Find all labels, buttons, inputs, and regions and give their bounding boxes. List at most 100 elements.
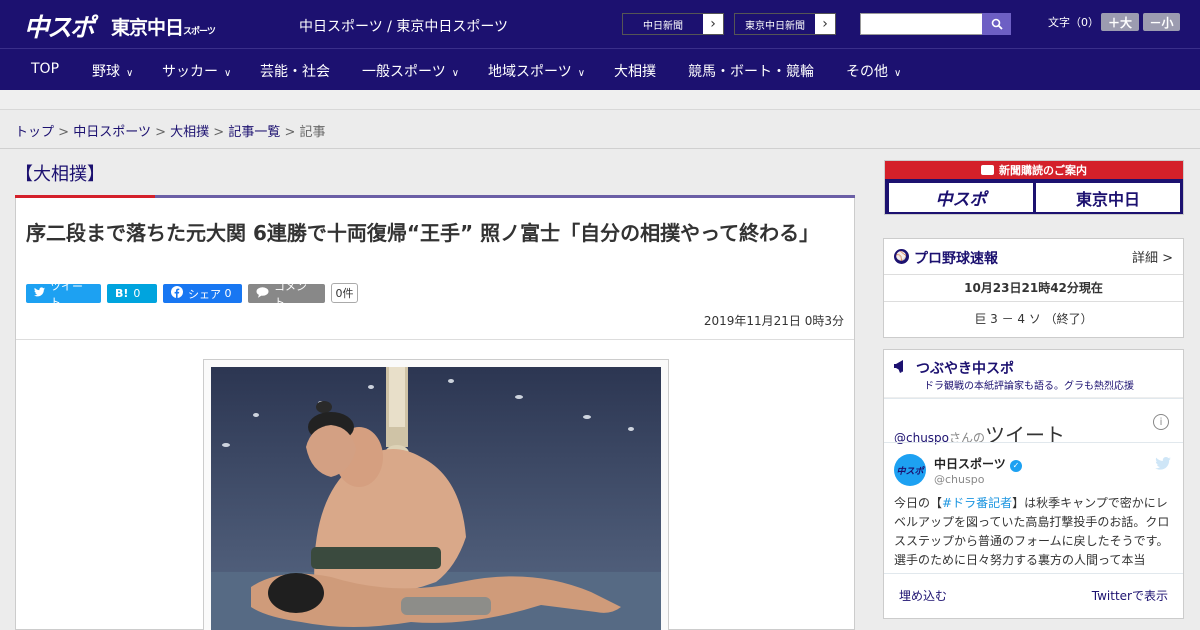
baseball-score-card: ⚾ プロ野球速報 詳細 > 10月23日21時42分現在 巨 3 － 4 ソ （… <box>883 238 1184 338</box>
divider <box>884 301 1183 302</box>
search-icon <box>991 18 1003 30</box>
embed-link[interactable]: 埋め込む <box>899 587 947 604</box>
search-input[interactable] <box>860 13 982 35</box>
subscribe-banner-title: 新聞購読のご案内 <box>885 161 1183 179</box>
newspaper-icon <box>981 165 994 175</box>
avatar[interactable]: 中スポ <box>894 454 926 486</box>
speech-bubble-icon <box>256 286 269 301</box>
breadcrumb-top[interactable]: トップ <box>15 125 54 140</box>
nav-other[interactable]: その他 ∨ <box>846 61 901 81</box>
breadcrumb-chunichi-sports[interactable]: 中日スポーツ <box>73 125 151 140</box>
divider <box>0 148 1200 149</box>
tweet-button[interactable]: ツイート <box>26 280 101 309</box>
tokyo-logo-subtext: スポーツ <box>183 27 216 37</box>
breadcrumb-separator: > <box>284 125 296 140</box>
nav-label: 大相撲 <box>614 64 656 80</box>
facebook-share-label: シェア <box>188 287 221 301</box>
view-on-twitter-link[interactable]: Twitterで表示 <box>1092 587 1168 604</box>
baseball-title: プロ野球速報 <box>914 251 998 267</box>
chevron-right-icon: › <box>822 16 828 32</box>
breadcrumb-article-list[interactable]: 記事一覧 <box>228 125 280 140</box>
nav-label: 野球 <box>92 64 120 80</box>
hatena-count: 0 <box>133 287 141 300</box>
hatena-bookmark-button[interactable]: B! 0 <box>107 284 157 303</box>
tsubuyaki-card: つぶやき中スポ ドラ観戦の本紙評論家も語る。グラも熱烈応援 @chuspoさんの… <box>883 349 1184 619</box>
nav-label: 地域スポーツ <box>488 64 572 80</box>
breadcrumb-current: 記事 <box>299 125 326 140</box>
nav-label: 競馬・ボート・競輪 <box>688 64 814 80</box>
font-size-label: 文字（0） <box>1048 16 1099 29</box>
sumo-bout-image <box>211 367 661 630</box>
publish-date: 2019年11月21日 0時3分 <box>703 314 844 328</box>
subscribe-tokyo-button[interactable]: 東京中日 <box>1036 183 1180 212</box>
nav-label: 一般スポーツ <box>362 64 446 80</box>
top-header: 中スポ 東京中日スポーツ 中日スポーツ / 東京中日スポーツ 中日新聞 › 東京… <box>0 0 1200 48</box>
tweet-text-pre: 今日の【 <box>894 496 943 510</box>
nav-top[interactable]: TOP <box>31 61 59 77</box>
chevron-down-icon: ∨ <box>224 68 232 79</box>
facebook-icon <box>171 286 183 301</box>
chevron-down-icon: ∨ <box>894 68 902 79</box>
article-category[interactable]: 【大相撲】 <box>15 160 105 186</box>
facebook-share-button[interactable]: シェア 0 <box>163 284 242 303</box>
search-box <box>860 13 1011 35</box>
baseball-score[interactable]: 巨 3 － 4 ソ （終了） <box>884 310 1183 327</box>
subscribe-banner[interactable]: 新聞購読のご案内 中スポ 東京中日 <box>884 160 1184 215</box>
baseball-updated: 10月23日21時42分現在 <box>964 281 1103 295</box>
divider <box>884 573 1183 574</box>
verified-badge-icon: ✓ <box>1009 460 1022 472</box>
timeline-title: ツイート <box>985 423 1066 447</box>
comment-label: コメント <box>274 279 307 309</box>
breadcrumb: トップ > 中日スポーツ > 大相撲 > 記事一覧 > 記事 <box>15 121 326 140</box>
tweet-label: ツイート <box>50 279 83 309</box>
sumo-photo-illustration <box>211 367 661 630</box>
article-divider <box>16 339 854 340</box>
nav-baseball[interactable]: 野球 ∨ <box>92 61 133 81</box>
chuspo-logo[interactable]: 中スポ <box>24 8 95 44</box>
chevron-down-icon: ∨ <box>577 68 586 79</box>
twitter-timeline-header: @chuspoさんのツイート <box>894 419 1065 448</box>
font-bigger-button[interactable]: ＋大 <box>1101 13 1139 31</box>
nav-general-sports[interactable]: 一般スポーツ ∨ <box>362 61 459 81</box>
nav-label: その他 <box>846 64 888 80</box>
nav-label: TOP <box>31 61 60 77</box>
subscribe-banner-label: 新聞購読のご案内 <box>999 164 1087 177</box>
chunichi-shimbun-label: 中日新聞 <box>623 14 703 34</box>
nav-soccer[interactable]: サッカー ∨ <box>162 61 231 81</box>
tokyo-shimbun-link[interactable]: 東京中日新聞 › <box>734 13 836 35</box>
tweet-text: 今日の【#ドラ番記者】は秋季キャンプで密かにレベルアップを図っていた高島打撃投手… <box>894 494 1174 570</box>
account-handle[interactable]: @chuspo <box>934 473 984 486</box>
article-headline: 序二段まで落ちた元大関 6連勝で十両復帰“王手” 照ノ富士「自分の相撲やって終わ… <box>26 221 820 245</box>
search-button[interactable] <box>982 13 1011 35</box>
baseball-detail-link[interactable]: 詳細 > <box>1132 247 1173 266</box>
ad-band <box>0 90 1200 110</box>
breadcrumb-separator: > <box>213 125 225 140</box>
tokyo-chunichi-logo[interactable]: 東京中日スポーツ <box>111 13 216 40</box>
nav-racing[interactable]: 競馬・ボート・競輪 <box>688 61 814 81</box>
tsubuyaki-subtitle: ドラ観戦の本紙評論家も語る。グラも熱烈応援 <box>924 381 1134 392</box>
article-card: 序二段まで落ちた元大関 6連勝で十両復帰“王手” 照ノ富士「自分の相撲やって終わ… <box>15 198 855 630</box>
comment-count: 0件 <box>331 283 358 303</box>
comment-button[interactable]: コメント <box>248 280 325 309</box>
font-smaller-button[interactable]: －小 <box>1143 13 1180 31</box>
account-name-text: 中日スポーツ <box>934 457 1006 471</box>
tsubuyaki-title: つぶやき中スポ <box>916 361 1014 377</box>
nav-sumo[interactable]: 大相撲 <box>614 61 656 81</box>
nav-regional-sports[interactable]: 地域スポーツ ∨ <box>488 61 585 81</box>
info-icon[interactable]: i <box>1153 414 1169 430</box>
chunichi-shimbun-link[interactable]: 中日新聞 › <box>622 13 724 35</box>
tweet-hashtag-link[interactable]: #ドラ番記者 <box>942 496 1012 510</box>
account-name[interactable]: 中日スポーツ ✓ <box>934 455 1022 472</box>
tokyo-shimbun-label: 東京中日新聞 <box>735 14 815 34</box>
megaphone-icon <box>894 358 908 373</box>
breadcrumb-sumo[interactable]: 大相撲 <box>170 125 209 140</box>
hatena-bookmark-icon: B! <box>115 287 129 300</box>
nav-entertainment[interactable]: 芸能・社会 <box>260 61 330 81</box>
main-nav: TOP 野球 ∨ サッカー ∨ 芸能・社会 一般スポーツ ∨ 地域スポーツ ∨ 大相撲 … <box>0 48 1200 90</box>
site-title: 中日スポーツ / 東京中日スポーツ <box>299 19 509 35</box>
divider <box>884 274 1183 275</box>
subscribe-chuspo-button[interactable]: 中スポ <box>889 183 1033 212</box>
twitter-bird-icon <box>34 287 45 300</box>
article-photo[interactable] <box>203 359 669 630</box>
tokyo-logo-text: 東京中日 <box>111 17 184 39</box>
